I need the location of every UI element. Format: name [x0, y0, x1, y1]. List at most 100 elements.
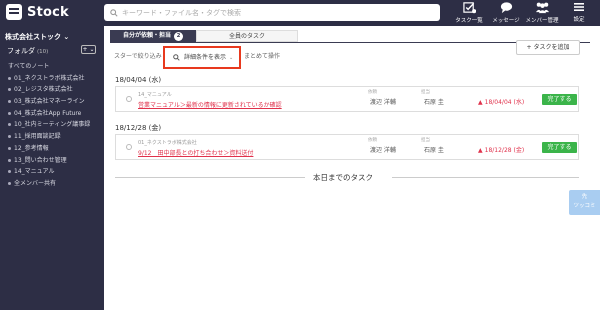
sidebar-item-label: 04_株式会社App Future: [14, 109, 82, 117]
sidebar-item-label: 13_問い合わせ管理: [14, 156, 67, 164]
sidebar-item-label: すべてのノート: [8, 63, 50, 70]
search-icon: [110, 8, 118, 17]
task-card[interactable]: 14_マニュアル 営業マニュアル＞最新の情報に更新されているか確認 依頼 渡辺 …: [115, 86, 579, 112]
sidebar-item-label: 02_レジスタ株式会社: [14, 86, 73, 94]
folder-dot-icon: [8, 135, 11, 139]
folder-dot-icon: [8, 88, 11, 92]
today-section-title: 本日までのタスク: [313, 173, 373, 182]
date-header: 18/12/28 (金): [115, 124, 162, 132]
tab-my-tasks[interactable]: 自分が依頼・担当 2: [110, 30, 196, 42]
folder-dot-icon: [8, 76, 11, 80]
sidebar-item-label: 10_社内ミーティング議事録: [14, 121, 91, 129]
sidebar-item-folder[interactable]: 14_マニュアル: [0, 166, 104, 178]
task-count-badge: 2: [174, 32, 183, 41]
app-logo[interactable]: Stock: [6, 4, 69, 20]
warning-icon: ▲: [478, 99, 483, 106]
sidebar-item-shared[interactable]: 全メンバー共有: [0, 178, 104, 190]
folder-dot-icon: [8, 181, 11, 185]
folder-dot-icon: [8, 123, 11, 127]
side-tab-label-1: 先: [581, 194, 588, 200]
requester-name: 渡辺 洋輔: [370, 147, 396, 154]
nav-messages-label: メッセージ: [492, 18, 520, 24]
feedback-side-tab[interactable]: 先 ツッコミ: [569, 190, 600, 215]
app-name: Stock: [27, 4, 69, 20]
today-divider-left: [115, 177, 305, 178]
search-box[interactable]: [104, 4, 440, 21]
complete-button[interactable]: 完了する: [542, 142, 577, 153]
sidebar-item-all-notes[interactable]: すべてのノート: [0, 61, 104, 73]
due-date: ▲ 18/12/28 (金): [478, 145, 524, 154]
search-input[interactable]: [122, 8, 422, 17]
sidebar: 株式会社ストック ⌄ フォルダ (10) + ⌄ すべてのノート 01_ネクストラ…: [0, 26, 104, 310]
tab-all-tasks[interactable]: 全員のタスク: [196, 30, 298, 42]
search-icon: [173, 54, 180, 61]
task-title-link[interactable]: 営業マニュアル＞最新の情報に更新されているか確認: [138, 100, 282, 109]
date-header: 18/04/04 (水): [115, 76, 162, 84]
sidebar-item-folder[interactable]: 12_参考情報: [0, 143, 104, 155]
assignee-label: 担当: [421, 90, 430, 95]
nav-messages[interactable]: メッセージ: [489, 1, 523, 26]
complete-button[interactable]: 完了する: [542, 94, 577, 105]
company-selector[interactable]: 株式会社ストック ⌄: [5, 32, 69, 42]
menu-icon: [574, 3, 584, 11]
nav-task-list-label: タスク一覧: [455, 18, 483, 24]
due-date: ▲ 18/04/04 (水): [478, 97, 524, 106]
nav-members-label: メンバー管理: [525, 18, 559, 24]
members-icon: [535, 2, 549, 14]
folder-dot-icon: [8, 170, 11, 174]
task-folder: 01_ネクストラボ株式会社: [138, 140, 197, 146]
folder-list: すべてのノート 01_ネクストラボ株式会社 02_レジスタ株式会社 03_株式会…: [0, 61, 104, 190]
task-checkbox[interactable]: [126, 144, 132, 150]
star-filter-link[interactable]: スターで絞り込み: [114, 47, 162, 67]
sidebar-item-folder[interactable]: 10_社内ミーティング議事録: [0, 119, 104, 131]
requester-label: 依頼: [368, 138, 377, 143]
today-divider-right: [392, 177, 579, 178]
requester-label: 依頼: [368, 90, 377, 95]
task-card[interactable]: 01_ネクストラボ株式会社 9/12 田中部長との打ち合わせ＞資料送付 依頼 渡…: [115, 134, 579, 160]
assignee-label: 担当: [421, 138, 430, 143]
top-bar: Stock タスク一覧 メッセージ メンバー管理 設定: [0, 0, 600, 26]
task-title-link[interactable]: 9/12 田中部長との打ち合わせ＞資料送付: [138, 148, 253, 157]
folder-dot-icon: [8, 100, 11, 104]
add-folder-button[interactable]: + ⌄: [81, 45, 96, 54]
sidebar-item-label: 03_株式会社マネーライン: [14, 98, 85, 106]
chevron-down-icon: ⌄: [229, 54, 234, 61]
folder-dot-icon: [8, 111, 11, 115]
requester-name: 渡辺 洋輔: [370, 99, 396, 106]
sidebar-item-label: 12_参考情報: [14, 144, 49, 152]
side-tab-label-2: ツッコミ: [573, 203, 596, 209]
sidebar-item-folder[interactable]: 11_採用面談記録: [0, 131, 104, 143]
nav-settings[interactable]: 設定: [566, 1, 592, 26]
sidebar-item-label: 01_ネクストラボ株式会社: [14, 74, 85, 82]
folder-count: (10): [37, 49, 49, 55]
folder-dot-icon: [8, 146, 11, 150]
nav-members[interactable]: メンバー管理: [525, 1, 559, 26]
task-checkbox[interactable]: [126, 96, 132, 102]
sidebar-item-folder[interactable]: 13_問い合わせ管理: [0, 155, 104, 167]
sidebar-item-label: 14_マニュアル: [14, 168, 55, 176]
message-icon: [500, 2, 512, 14]
sidebar-item-folder[interactable]: 02_レジスタ株式会社: [0, 84, 104, 96]
stock-logo-icon: [6, 4, 22, 20]
sidebar-item-folder[interactable]: 01_ネクストラボ株式会社: [0, 73, 104, 85]
due-date-text: 18/12/28 (金): [484, 147, 525, 154]
sidebar-item-label: 11_採用面談記録: [14, 133, 61, 141]
detail-filter-button[interactable]: 詳細条件を表示 ⌄: [163, 46, 241, 69]
nav-settings-label: 設定: [573, 17, 585, 23]
assignee-name: 石原 圭: [424, 147, 444, 154]
sidebar-item-folder[interactable]: 04_株式会社App Future: [0, 108, 104, 120]
task-folder: 14_マニュアル: [138, 92, 172, 98]
bulk-action-link[interactable]: まとめて操作: [244, 47, 280, 67]
folder-dot-icon: [8, 158, 11, 162]
folder-title-label: フォルダ: [7, 47, 35, 55]
add-task-button[interactable]: + タスクを追加: [516, 40, 580, 55]
due-date-text: 18/04/04 (水): [484, 99, 525, 106]
folder-section-title: フォルダ (10): [7, 46, 48, 56]
nav-task-list[interactable]: タスク一覧: [452, 1, 486, 26]
detail-filter-label: 詳細条件を表示: [184, 53, 227, 61]
task-list-icon: [462, 2, 476, 14]
sidebar-item-folder[interactable]: 03_株式会社マネーライン: [0, 96, 104, 108]
sidebar-item-label: 全メンバー共有: [14, 179, 57, 187]
warning-icon: ▲: [478, 147, 483, 154]
tab-my-tasks-label: 自分が依頼・担当: [122, 32, 171, 39]
